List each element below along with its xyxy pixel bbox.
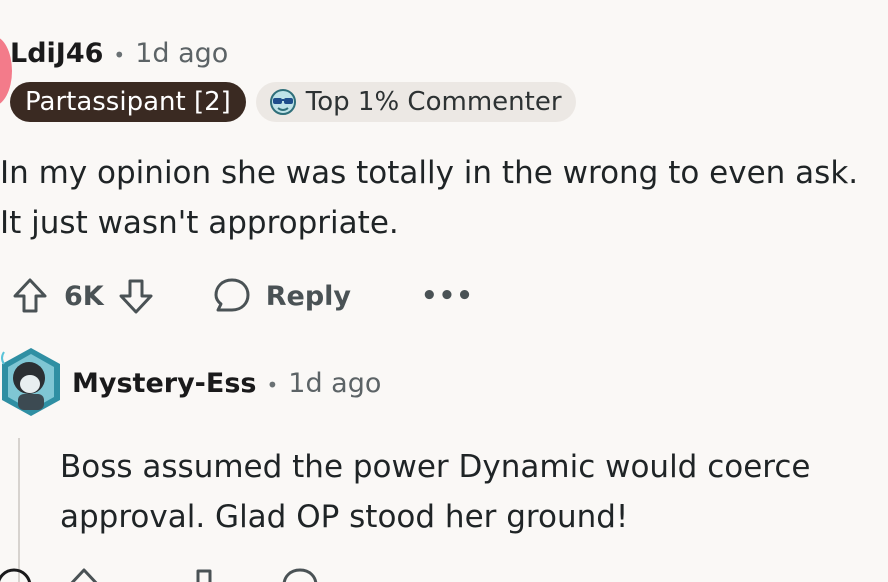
vote-count: 6K — [64, 280, 104, 312]
speech-bubble-icon — [214, 278, 250, 312]
collapse-icon — [0, 568, 32, 582]
reply-body: Boss assumed the power Dynamic would coe… — [60, 449, 811, 535]
comment-actions: 6K Reply ••• — [10, 276, 474, 316]
separator-dot: • — [113, 43, 126, 67]
upvote-icon — [13, 278, 47, 313]
downvote-icon — [119, 279, 153, 314]
user-flairs: Partassipant [2] Top 1% Commenter — [10, 82, 576, 122]
comment-body: In my opinion she was totally in the wro… — [0, 155, 859, 241]
reply-timestamp[interactable]: 1d ago — [288, 368, 381, 399]
downvote-button[interactable] — [184, 566, 224, 582]
upvote-button[interactable] — [64, 566, 104, 582]
flair-partassipant: Partassipant [2] — [10, 82, 246, 122]
comment-header: LdiJ46 • 1d ago — [10, 38, 228, 69]
reply-author[interactable]: Mystery-Ess — [72, 368, 256, 399]
upvote-icon — [70, 568, 98, 582]
speech-bubble-icon — [282, 568, 318, 582]
thread-line[interactable] — [18, 438, 20, 582]
reply-button[interactable]: Reply — [212, 276, 351, 316]
reply-header: Mystery-Ess • 1d ago — [72, 368, 381, 399]
reply-actions — [0, 566, 320, 582]
downvote-icon — [196, 569, 212, 582]
downvote-button[interactable] — [116, 276, 156, 316]
reply-label: Reply — [265, 280, 352, 312]
separator-dot: • — [266, 373, 279, 397]
avatar[interactable] — [0, 342, 66, 422]
comment-author[interactable]: LdiJ46 — [10, 38, 103, 69]
flair-top-commenter-label: Top 1% Commenter — [305, 87, 562, 117]
collapse-button[interactable] — [0, 566, 34, 582]
sunglasses-icon — [269, 89, 296, 115]
reply-button[interactable] — [280, 566, 320, 582]
comment-thread: LdiJ46 • 1d ago Partassipant [2] Top 1% … — [0, 0, 888, 582]
upvote-button[interactable] — [10, 276, 50, 316]
more-options-button[interactable]: ••• — [421, 281, 474, 311]
flair-top-commenter: Top 1% Commenter — [255, 82, 576, 122]
comment-timestamp[interactable]: 1d ago — [135, 38, 228, 69]
